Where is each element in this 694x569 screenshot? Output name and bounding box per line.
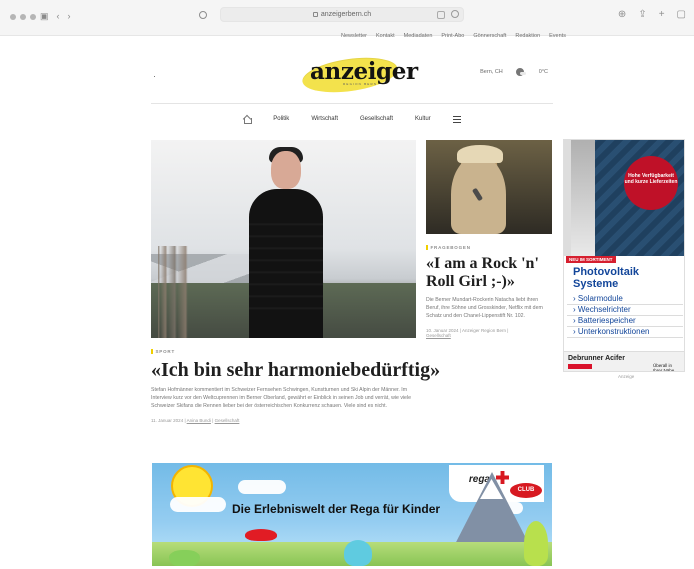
advertisement-label: Anzeige <box>618 374 635 379</box>
menu-icon[interactable] <box>452 116 461 123</box>
ad-item-unterkonstruktionen: › Unterkonstruktionen <box>567 327 683 338</box>
lock-icon <box>312 12 318 17</box>
ad-item-batteriespeicher: › Batteriespeicher <box>567 316 683 327</box>
navigation-controls: ▣ ‹ › <box>40 11 71 22</box>
cloud-icon <box>170 497 226 512</box>
window-controls-icon[interactable] <box>10 14 36 20</box>
lime-character-icon <box>524 521 548 566</box>
tabs-icon[interactable]: ▢ <box>677 9 686 20</box>
main-article[interactable]: SPORT «Ich bin sehr harmoniebedürftig» S… <box>151 140 440 423</box>
address-bar[interactable]: anzeigerbern.ch <box>220 7 464 22</box>
url-text[interactable]: anzeigerbern.ch <box>321 11 371 18</box>
nav-mediadaten[interactable]: Mediadaten <box>404 33 433 39</box>
home-icon[interactable] <box>243 116 253 124</box>
logo-text: anzeiger <box>310 58 418 85</box>
ad-hand-image <box>571 140 595 256</box>
grass-foreground <box>151 246 223 338</box>
side-article-teaser[interactable]: Die Berner Mundart-Rockerin Natacha lieb… <box>426 296 551 320</box>
blue-character-icon <box>344 540 372 566</box>
side-article-meta: 10. Januar 2024 | Anzeiger Region Bern |… <box>426 328 552 338</box>
cloudy-weather-icon <box>515 68 527 76</box>
solar-advertisement[interactable]: Hohe Verfügbarkeit und kurze Lieferzeite… <box>563 139 685 372</box>
ad-footer: Debrunner Acifer Überall in Ihrer Nähe. <box>564 351 684 372</box>
green-character-icon <box>169 550 200 566</box>
club-badge: CLUB <box>510 483 542 498</box>
article-category: SPORT <box>151 349 416 354</box>
author-link[interactable]: Anina Bundi <box>187 418 211 423</box>
nav-kontakt[interactable]: Kontakt <box>376 33 395 39</box>
side-article-image[interactable] <box>426 140 552 234</box>
ad-content: NEU IM SORTIMENT Photovoltaik Systeme › … <box>564 256 684 372</box>
new-tab-icon[interactable]: + <box>659 9 665 20</box>
ad-solar-image: Hohe Verfügbarkeit und kurze Lieferzeite… <box>564 140 684 256</box>
person-head <box>271 151 301 189</box>
singer-hat <box>457 145 503 163</box>
ad-title: Photovoltaik Systeme <box>573 266 640 290</box>
browser-window: ▣ ‹ › anzeigerbern.ch ⊕ ⇪ + ▢ Newsletter… <box>0 0 694 569</box>
toolbar-actions: ⊕ ⇪ + ▢ <box>618 9 686 20</box>
ad-brand: Debrunner Acifer <box>568 355 625 362</box>
side-section-link[interactable]: Gesellschaft <box>426 333 451 338</box>
nav-kultur[interactable]: Kultur <box>415 116 431 122</box>
jacket-quilting <box>249 214 323 314</box>
ad-footer-claim: Überall in Ihrer Nähe. <box>653 363 676 372</box>
browser-toolbar: ▣ ‹ › anzeigerbern.ch ⊕ ⇪ + ▢ <box>0 0 694 36</box>
nav-print-abo[interactable]: Print-Abo <box>441 33 464 39</box>
helicopter-icon <box>245 529 277 541</box>
back-icon[interactable]: ‹ <box>57 11 60 22</box>
share-icon[interactable]: ⇪ <box>638 9 646 20</box>
site-header: anzeiger REGION BERN Bern, CH 0°C <box>151 52 553 104</box>
nav-newsletter[interactable]: Newsletter <box>341 33 367 39</box>
brand-dot <box>154 76 155 77</box>
article-teaser[interactable]: Stefan Hofmänner kommentiert im Schweize… <box>151 386 411 410</box>
ad-product-list: › Solarmodule › Wechselrichter › Batteri… <box>567 294 683 338</box>
nav-gesellschaft[interactable]: Gesellschaft <box>360 116 393 122</box>
main-navigation: Politik Wirtschaft Gesellschaft Kultur <box>151 107 553 131</box>
ad-item-solarmodule: › Solarmodule <box>567 294 683 305</box>
download-icon[interactable]: ⊕ <box>618 9 626 20</box>
nav-goennerschaft[interactable]: Gönnerschaft <box>473 33 506 39</box>
weather-location: Bern, CH <box>480 69 503 75</box>
side-article-category: FRAGEBOGEN <box>426 245 552 250</box>
reload-icon[interactable] <box>451 10 459 18</box>
ad-brand-mark <box>568 364 592 369</box>
utility-navigation: Newsletter Kontakt Mediadaten Print-Abo … <box>341 33 566 39</box>
weather-widget[interactable]: Bern, CH 0°C <box>480 68 548 76</box>
sidebar-icon[interactable]: ▣ <box>40 11 49 22</box>
side-article-headline[interactable]: «I am a Rock 'n' Roll Girl ;-)» <box>426 255 552 291</box>
nav-politik[interactable]: Politik <box>273 116 289 122</box>
side-article[interactable]: FRAGEBOGEN «I am a Rock 'n' Roll Girl ;-… <box>426 140 552 338</box>
nav-wirtschaft[interactable]: Wirtschaft <box>311 116 338 122</box>
cloud-icon <box>238 480 286 494</box>
ad-item-wechselrichter: › Wechselrichter <box>567 305 683 316</box>
banner-title[interactable]: Die Erlebniswelt der Rega für Kinder <box>232 502 440 516</box>
forward-icon[interactable]: › <box>68 11 71 22</box>
privacy-icon[interactable] <box>199 11 207 19</box>
portrait-person <box>243 144 329 338</box>
reader-icon[interactable] <box>437 11 445 19</box>
site-logo[interactable]: anzeiger REGION BERN <box>298 52 418 99</box>
logo-subtext: REGION BERN <box>343 82 378 86</box>
rega-banner[interactable]: rega CLUB Die Erlebniswelt der Rega für … <box>152 463 552 566</box>
article-meta: 11. Januar 2024 | Anina Bundi | Gesellsc… <box>151 418 416 423</box>
section-link[interactable]: Gesellschaft <box>215 418 240 423</box>
weather-temperature: 0°C <box>538 69 548 75</box>
nav-redaktion[interactable]: Redaktion <box>515 33 540 39</box>
article-date: 11. Januar 2024 | <box>151 418 186 423</box>
ad-tag: NEU IM SORTIMENT <box>566 256 616 263</box>
nav-events[interactable]: Events <box>549 33 566 39</box>
ad-badge: Hohe Verfügbarkeit und kurze Lieferzeite… <box>624 156 678 210</box>
article-hero-image[interactable] <box>151 140 416 338</box>
article-headline[interactable]: «Ich bin sehr harmoniebedürftig» <box>151 359 440 381</box>
